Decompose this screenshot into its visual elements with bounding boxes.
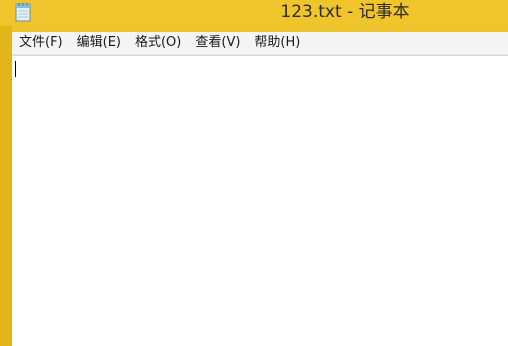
text-caret xyxy=(15,61,16,77)
text-editor-area xyxy=(12,55,508,346)
notepad-window: 123.txt - 记事本 文件(F) 编辑(E) 格式(O) 查看(V) 帮助… xyxy=(0,0,508,346)
window-left-border xyxy=(0,26,12,346)
menu-help[interactable]: 帮助(H) xyxy=(247,32,307,54)
menu-bar: 文件(F) 编辑(E) 格式(O) 查看(V) 帮助(H) xyxy=(12,32,508,55)
menu-format[interactable]: 格式(O) xyxy=(128,32,188,54)
menu-edit[interactable]: 编辑(E) xyxy=(70,32,128,54)
menu-file[interactable]: 文件(F) xyxy=(12,32,70,54)
menu-view[interactable]: 查看(V) xyxy=(188,32,247,54)
window-title: 123.txt - 记事本 xyxy=(280,2,410,22)
text-input[interactable] xyxy=(12,56,508,346)
title-bar[interactable]: 123.txt - 记事本 xyxy=(0,0,508,26)
